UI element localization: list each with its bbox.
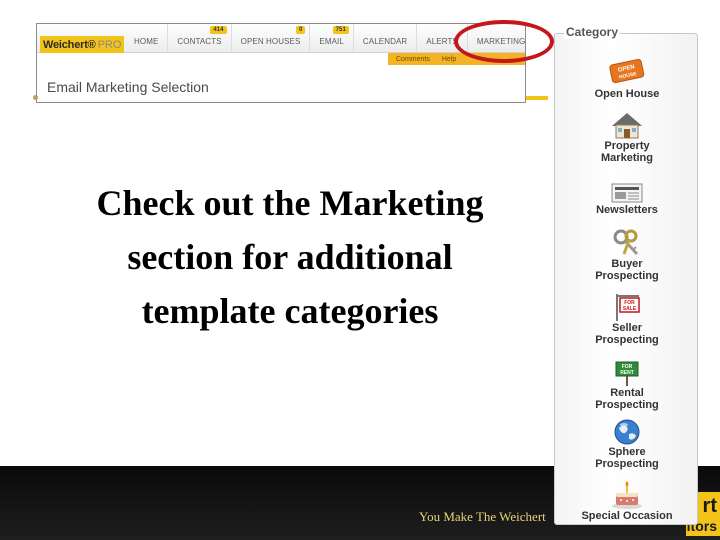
category-property-marketing-label: Property Marketing — [555, 140, 699, 164]
email-count-badge: 751 — [332, 26, 349, 34]
nav-open-houses[interactable]: 0 OPEN HOUSES — [230, 24, 310, 53]
nav-contacts[interactable]: 414 CONTACTS — [167, 24, 230, 53]
newspaper-icon — [607, 174, 647, 204]
footer-logo-line-1: rt — [702, 495, 717, 517]
category-label-line: Seller — [612, 322, 642, 334]
callout-line-1: Check out the Marketing — [96, 183, 484, 223]
accent-line — [526, 96, 548, 100]
category-panel: Category OPEN HOUSE Open House Property … — [554, 25, 699, 525]
house-icon — [607, 110, 647, 140]
logo-sub-text: PRO — [97, 38, 122, 51]
nav-email-label: EMAIL — [319, 37, 344, 46]
category-label-line: Prospecting — [595, 334, 659, 346]
category-seller-prospecting-label: Seller Prospecting — [555, 322, 699, 346]
logo-main-text: Weichert® — [43, 38, 96, 51]
nav-open-houses-label: OPEN HOUSES — [240, 37, 301, 46]
category-sphere-prospecting[interactable]: Sphere Prospecting — [555, 416, 699, 470]
category-label-line: Prospecting — [595, 270, 659, 282]
nav-email[interactable]: 751 EMAIL — [309, 24, 353, 53]
weichert-pro-logo[interactable]: Weichert® PRO — [40, 36, 125, 53]
category-special-occasion[interactable]: Special Occasion — [555, 480, 699, 522]
category-open-house[interactable]: OPEN HOUSE Open House — [555, 58, 699, 100]
category-label-line: Marketing — [601, 152, 653, 164]
category-open-house-label: Open House — [555, 88, 699, 100]
category-sphere-prospecting-label: Sphere Prospecting — [555, 446, 699, 470]
category-rental-prospecting-label: Rental Prospecting — [555, 387, 699, 411]
keys-icon — [607, 228, 647, 258]
open-house-sign-icon: OPEN HOUSE — [607, 58, 647, 88]
globe-icon — [607, 416, 647, 446]
svg-text:SALE: SALE — [623, 306, 637, 312]
category-newsletters[interactable]: Newsletters — [555, 174, 699, 216]
nav-contacts-label: CONTACTS — [177, 37, 222, 46]
app-screenshot: Weichert® PRO HOME 414 CONTACTS 0 OPEN HOU… — [36, 23, 526, 103]
category-rental-prospecting[interactable]: FOR RENT Rental Prospecting — [555, 357, 699, 411]
category-label-line: Prospecting — [595, 399, 659, 411]
nav-calendar[interactable]: CALENDAR — [352, 24, 416, 53]
category-seller-prospecting[interactable]: FOR SALE Seller Prospecting — [555, 292, 699, 346]
category-special-occasion-label: Special Occasion — [555, 510, 699, 522]
cake-icon — [607, 480, 647, 510]
subnav-help-link[interactable]: Help — [442, 56, 456, 63]
top-navigation-bar: Weichert® PRO HOME 414 CONTACTS 0 OPEN HOU… — [37, 24, 525, 53]
open-houses-count-badge: 0 — [295, 26, 306, 34]
category-label-line: Sphere — [608, 446, 646, 458]
subnav-comments-link[interactable]: Comments — [396, 56, 430, 63]
bullet-dot — [33, 95, 38, 100]
callout-line-3: template categories — [141, 291, 439, 331]
category-newsletters-label: Newsletters — [555, 204, 699, 216]
nav-calendar-label: CALENDAR — [362, 37, 408, 46]
category-panel-title: Category — [564, 25, 621, 39]
marketing-highlight-ellipse — [454, 20, 554, 63]
category-label-line: Property — [604, 140, 650, 152]
category-label-line: Special Occasion — [581, 510, 673, 522]
category-buyer-prospecting[interactable]: Buyer Prospecting — [555, 228, 699, 282]
nav-home[interactable]: HOME — [125, 24, 167, 53]
category-label-line: Open House — [594, 88, 660, 100]
nav-home-label: HOME — [134, 37, 159, 46]
category-label-line: Newsletters — [596, 204, 658, 216]
for-sale-sign-icon: FOR SALE — [607, 292, 647, 322]
category-label-line: Rental — [610, 387, 644, 399]
callout-line-2: section for additional — [127, 237, 453, 277]
page-title: Email Marketing Selection — [47, 79, 209, 95]
category-label-line: Buyer — [611, 258, 643, 270]
category-label-line: Prospecting — [595, 458, 659, 470]
for-rent-sign-icon: FOR RENT — [607, 357, 647, 387]
footer-tagline: You Make The Weichert — [419, 509, 546, 524]
slide-callout-text: Check out the Marketing section for addi… — [40, 176, 540, 338]
contacts-count-badge: 414 — [210, 26, 227, 34]
category-property-marketing[interactable]: Property Marketing — [555, 110, 699, 164]
category-buyer-prospecting-label: Buyer Prospecting — [555, 258, 699, 282]
svg-text:RENT: RENT — [620, 370, 634, 376]
